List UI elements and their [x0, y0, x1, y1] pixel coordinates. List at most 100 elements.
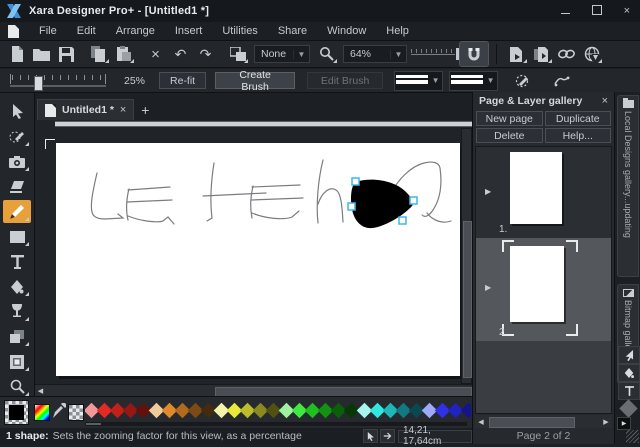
refit-button[interactable]: Re-fit [159, 72, 206, 89]
palette-scrollbar-thumb[interactable] [86, 423, 101, 425]
menu-item[interactable]: Share [268, 24, 317, 38]
menu-item[interactable]: Insert [165, 24, 213, 38]
menu-item[interactable]: Edit [67, 24, 106, 38]
horizontal-scrollbar[interactable]: ◀ [35, 384, 472, 396]
delete-icon[interactable]: × [143, 43, 168, 65]
color-swatch[interactable] [461, 403, 471, 419]
color-editor-swatch[interactable] [34, 404, 50, 421]
page-list-item[interactable]: ▶ 1. [476, 147, 611, 238]
line-style-dropdown[interactable]: ▼ [394, 71, 443, 91]
fill-tool-icon[interactable] [3, 275, 31, 298]
zoom-slider[interactable] [411, 47, 459, 61]
live-drag-indicator-icon[interactable] [363, 429, 378, 443]
document-page[interactable] [56, 143, 460, 376]
expand-arrow-icon[interactable]: ▶ [485, 283, 491, 292]
snap-indicator-icon[interactable] [380, 429, 395, 443]
brush-strokes-icon[interactable] [549, 70, 574, 92]
gallery-button[interactable]: Duplicate [545, 111, 612, 126]
resize-grip[interactable] [626, 430, 639, 443]
export-document-icon[interactable] [504, 43, 529, 65]
main-toolbar: × ↶ ↷ None ▼ 64% ▼ [0, 40, 640, 68]
smoothing-slider-thumb[interactable] [34, 76, 43, 91]
minimize-icon[interactable] [561, 6, 570, 17]
paste-icon[interactable] [111, 43, 136, 65]
scroll-left-icon[interactable]: ◀ [475, 418, 487, 426]
vertical-scrollbar[interactable] [461, 128, 472, 384]
zoom-tool-icon[interactable] [314, 43, 339, 65]
duplicate-icon[interactable] [225, 43, 250, 65]
save-icon[interactable] [54, 43, 79, 65]
redo-icon[interactable]: ↷ [193, 43, 218, 65]
zoom-level-dropdown[interactable]: 64% ▼ [343, 45, 407, 63]
page-layer-gallery: Page & Layer gallery × New pageDuplicate… [472, 92, 614, 444]
horizontal-scrollbar-thumb[interactable] [215, 387, 472, 396]
line-style-preview [396, 72, 428, 90]
maximize-icon[interactable] [592, 5, 602, 18]
page-thumbnail[interactable] [510, 152, 562, 224]
gallery-scrollbar[interactable]: ◀ ▶ [475, 415, 612, 428]
new-tab-button[interactable]: + [134, 100, 156, 120]
transparency-tool-icon[interactable] [3, 300, 31, 323]
bevel-tool-icon[interactable] [3, 350, 31, 373]
undo-icon[interactable]: ↶ [168, 43, 193, 65]
popout-arrow-icon[interactable]: ▶ [617, 417, 631, 430]
gallery-scrollbar-thumb[interactable] [489, 417, 575, 428]
text-mini-icon[interactable] [618, 382, 640, 400]
freehand-tool-icon[interactable] [3, 125, 31, 148]
line-color-diamond[interactable] [619, 399, 637, 417]
gallery-button[interactable]: Delete [476, 128, 543, 143]
gallery-button[interactable]: Help... [545, 128, 612, 143]
rectangle-tool-icon[interactable] [3, 225, 31, 248]
zoom-tool-icon[interactable] [3, 375, 31, 398]
zoom-slider-thumb[interactable] [456, 48, 459, 60]
smoothing-slider[interactable] [8, 72, 108, 90]
tab-local-designs-gallery[interactable]: Local Designs gallery...updating [617, 95, 639, 277]
smoothing-value: 25% [124, 75, 145, 87]
selection-bracket [566, 324, 578, 336]
line-width-dropdown[interactable]: ▼ [449, 71, 498, 91]
menu-item[interactable]: File [29, 24, 67, 38]
close-icon[interactable]: × [624, 6, 630, 17]
page-number: 2. [499, 327, 507, 338]
menu-item[interactable]: Arrange [106, 24, 165, 38]
web-export-icon[interactable] [579, 43, 604, 65]
open-folder-icon[interactable] [29, 43, 54, 65]
vertical-scrollbar-thumb[interactable] [463, 221, 472, 378]
selector-mini-icon[interactable] [618, 346, 640, 364]
export-copy-icon[interactable] [529, 43, 554, 65]
copy-icon[interactable] [86, 43, 111, 65]
color-picker-icon[interactable] [52, 403, 66, 419]
no-color-swatch[interactable] [68, 404, 84, 421]
pencil-tool-icon[interactable] [3, 200, 31, 223]
gallery-close-icon[interactable]: × [602, 95, 608, 107]
create-brush-button[interactable]: Create Brush [215, 72, 295, 89]
selector-tool-icon[interactable] [3, 100, 31, 123]
new-document-icon[interactable] [4, 43, 29, 65]
canvas-area[interactable]: ◀ [35, 120, 472, 396]
erase-tool-icon[interactable] [3, 175, 31, 198]
edit-brush-button[interactable]: Edit Brush [307, 72, 383, 89]
snap-to-objects-button[interactable] [459, 41, 489, 67]
fill-mini-icon[interactable] [618, 364, 640, 382]
gallery-button[interactable]: New page [476, 111, 543, 126]
current-color-swatch[interactable] [4, 400, 29, 425]
brush-shape-icon[interactable] [510, 70, 535, 92]
text-tool-icon[interactable] [3, 250, 31, 273]
current-fill-color [9, 405, 24, 420]
document-tab[interactable]: Untitled1 * × [37, 99, 134, 120]
gallery-header: Page & Layer gallery × [473, 92, 614, 110]
document-icon[interactable] [8, 25, 19, 38]
page-list-item[interactable]: ▶ 2. [476, 238, 611, 341]
expand-arrow-icon[interactable]: ▶ [485, 187, 491, 196]
page-thumbnail[interactable] [510, 246, 564, 322]
hyperlink-icon[interactable] [554, 43, 579, 65]
tab-close-icon[interactable]: × [120, 104, 126, 116]
scroll-right-icon[interactable]: ▶ [600, 418, 612, 426]
menu-item[interactable]: Help [376, 24, 419, 38]
shadow-tool-icon[interactable] [3, 325, 31, 348]
menu-item[interactable]: Utilities [212, 24, 267, 38]
scroll-left-icon[interactable]: ◀ [35, 385, 46, 396]
feather-dropdown[interactable]: None ▼ [254, 45, 310, 63]
photo-tool-icon[interactable] [3, 150, 31, 173]
menu-item[interactable]: Window [317, 24, 376, 38]
